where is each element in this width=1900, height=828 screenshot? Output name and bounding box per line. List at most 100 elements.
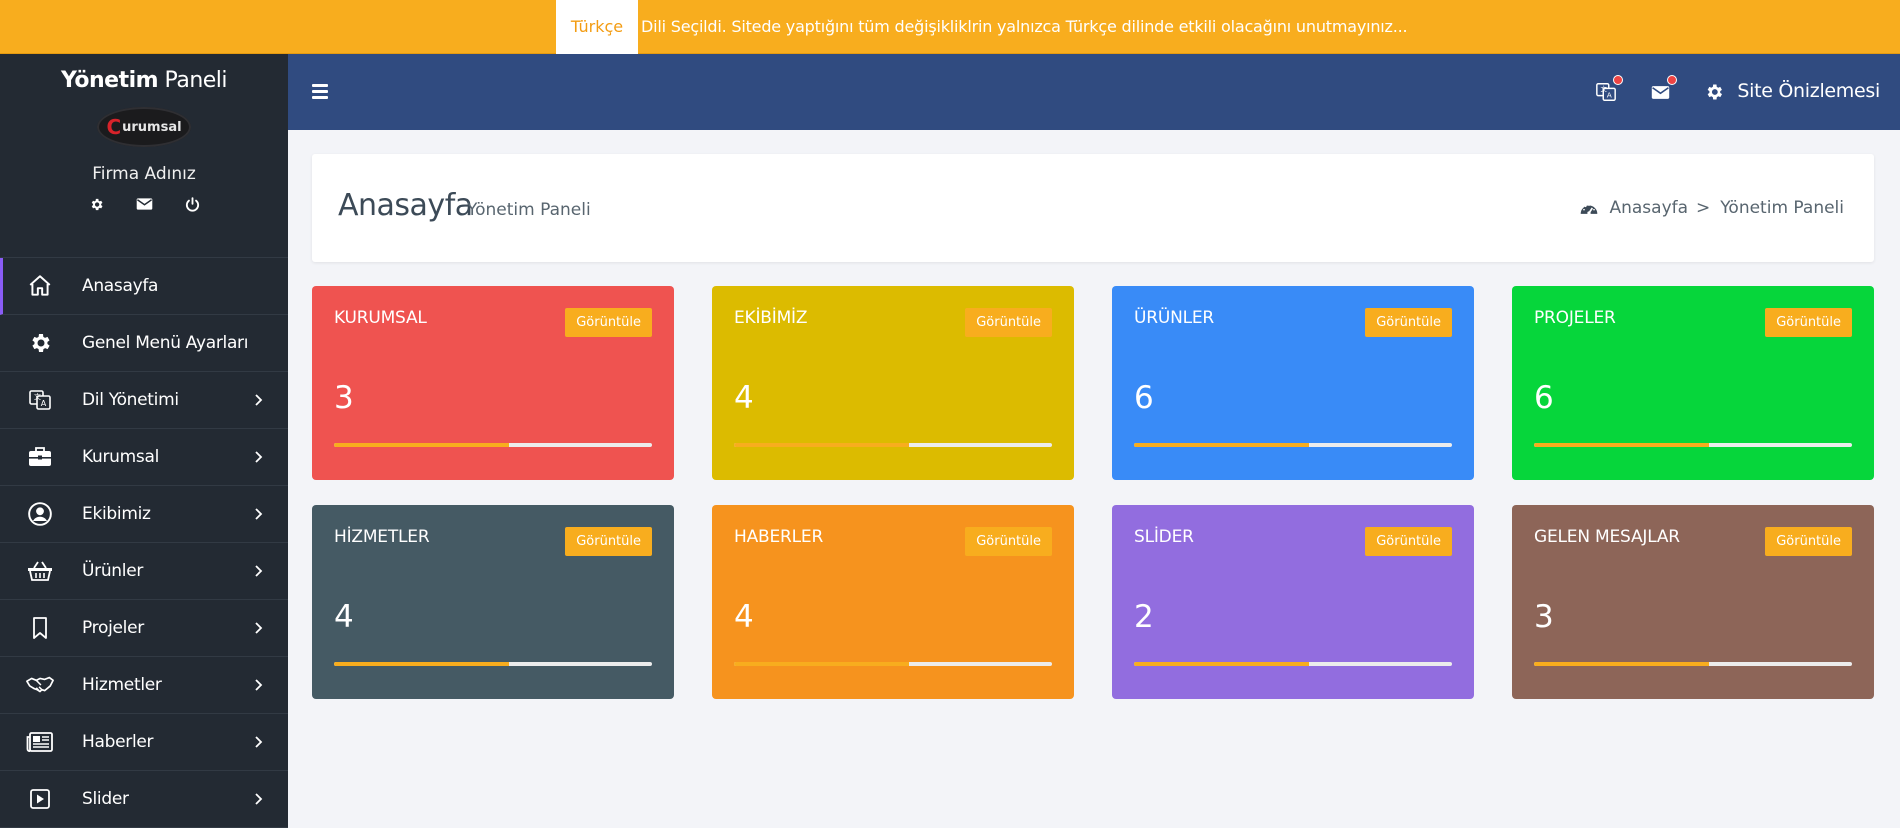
breadcrumb: Anasayfa > Yönetim Paneli [1579, 198, 1844, 218]
progress-bar [1134, 443, 1452, 447]
sidebar-item-hizmetler[interactable]: Hizmetler [0, 657, 288, 714]
view-button[interactable]: Görüntüle [565, 308, 652, 337]
sidebar-item-kurumsal[interactable]: Kurumsal [0, 429, 288, 486]
notification-dot [1667, 75, 1677, 85]
gear-icon[interactable] [86, 194, 106, 214]
view-button[interactable]: Görüntüle [1765, 308, 1852, 337]
sidebar-item-haberler[interactable]: Haberler [0, 714, 288, 771]
sidebar-menu: Anasayfa Genel Menü Ayarları A文 Dil Yöne… [0, 258, 288, 828]
play-square-icon [26, 785, 54, 813]
progress-bar [734, 443, 1052, 447]
sidebar-item-projeler[interactable]: Projeler [0, 600, 288, 657]
card-title: HABERLER [734, 527, 824, 547]
progress-fill [734, 443, 909, 447]
svg-text:文: 文 [34, 392, 41, 401]
progress-bar [734, 662, 1052, 666]
sidebar-item-ekibimiz[interactable]: Ekibimiz [0, 486, 288, 543]
gear-icon [26, 329, 54, 357]
sidebar-item-dil-yonetimi[interactable]: A文 Dil Yönetimi [0, 372, 288, 429]
sidebar-item-label: Slider [82, 789, 129, 809]
chevron-right-icon [252, 450, 266, 464]
chevron-right-icon [252, 792, 266, 806]
sidebar-item-genel-menu-ayarlari[interactable]: Genel Menü Ayarları [0, 315, 288, 372]
sidebar-item-urunler[interactable]: Ürünler [0, 543, 288, 600]
progress-fill [1134, 443, 1309, 447]
svg-text:文: 文 [1601, 84, 1608, 93]
progress-bar [1534, 662, 1852, 666]
language-notice-message: Dili Seçildi. Sitede yaptığını tüm değiş… [641, 17, 1408, 36]
mail-icon[interactable] [1648, 75, 1677, 104]
sidebar-item-label: Kurumsal [82, 447, 159, 467]
language-notice-bar: Türkçe Dili Seçildi. Sitede yaptığını tü… [0, 0, 1900, 54]
card-title: ÜRÜNLER [1134, 308, 1215, 328]
sidebar-item-label: Dil Yönetimi [82, 390, 179, 410]
chevron-right-icon [252, 564, 266, 578]
sidebar-item-anasayfa[interactable]: Anasayfa [0, 258, 288, 315]
mail-icon[interactable] [134, 194, 154, 214]
home-icon [26, 272, 54, 300]
site-preview-link[interactable]: Site Önizlemesi [1737, 80, 1880, 102]
card-count: 6 [1134, 380, 1154, 416]
stat-card-haberler: HABERLER Görüntüle 4 [712, 505, 1074, 699]
sidebar-item-label: Genel Menü Ayarları [82, 333, 249, 353]
card-count: 3 [1534, 599, 1554, 635]
view-button[interactable]: Görüntüle [1365, 308, 1452, 337]
sidebar-item-label: Haberler [82, 732, 154, 752]
panel-title: Yönetim Paneli [0, 54, 288, 93]
chevron-right-icon [252, 507, 266, 521]
stat-card-ekibimiz: EKİBİMİZ Görüntüle 4 [712, 286, 1074, 480]
newspaper-icon [26, 728, 54, 756]
progress-bar [1534, 443, 1852, 447]
gear-icon[interactable] [1702, 80, 1726, 104]
view-button[interactable]: Görüntüle [1765, 527, 1852, 556]
sidebar: Yönetim Paneli Curumsal Firma Adınız Ana… [0, 54, 288, 828]
company-logo[interactable]: Curumsal [97, 107, 191, 147]
bookmark-icon [26, 614, 54, 642]
progress-fill [1534, 662, 1709, 666]
svg-text:A: A [41, 399, 47, 408]
basket-icon [26, 557, 54, 585]
logo-mark: C [106, 115, 122, 139]
progress-bar [1134, 662, 1452, 666]
progress-fill [334, 662, 509, 666]
card-title: SLİDER [1134, 527, 1194, 547]
briefcase-icon [26, 443, 54, 471]
page-header-card: Anasayfa Yönetim Paneli Anasayfa > Yönet… [312, 154, 1874, 262]
breadcrumb-current: Yönetim Paneli [1720, 198, 1844, 218]
card-count: 4 [734, 599, 754, 635]
card-title: PROJELER [1534, 308, 1616, 328]
chevron-right-icon [252, 393, 266, 407]
svg-text:A: A [1607, 91, 1612, 100]
dashboard-icon [1579, 200, 1599, 216]
progress-fill [734, 662, 909, 666]
page-subtitle: Yönetim Paneli [467, 200, 591, 220]
view-button[interactable]: Görüntüle [965, 308, 1052, 337]
stat-card-slider: SLİDER Görüntüle 2 [1112, 505, 1474, 699]
sidebar-item-slider[interactable]: Slider [0, 771, 288, 828]
menu-toggle-icon[interactable] [312, 80, 334, 102]
view-button[interactable]: Görüntüle [965, 527, 1052, 556]
logo-text: urumsal [122, 119, 182, 135]
selected-language-badge[interactable]: Türkçe [556, 0, 638, 54]
progress-bar [334, 662, 652, 666]
handshake-icon [26, 671, 54, 699]
page-title: Anasayfa [338, 188, 473, 223]
sidebar-tools [0, 194, 288, 214]
translate-icon[interactable]: A文 [1594, 75, 1623, 104]
sidebar-brand: Yönetim Paneli Curumsal Firma Adınız [0, 54, 288, 258]
card-title: GELEN MESAJLAR [1534, 527, 1680, 547]
stat-card-gelen-mesajlar: GELEN MESAJLAR Görüntüle 3 [1512, 505, 1874, 699]
view-button[interactable]: Görüntüle [565, 527, 652, 556]
card-title: HİZMETLER [334, 527, 430, 547]
progress-fill [334, 443, 509, 447]
power-icon[interactable] [182, 194, 202, 214]
sidebar-item-label: Ekibimiz [82, 504, 151, 524]
card-count: 2 [1134, 599, 1154, 635]
stat-card-kurumsal: KURUMSAL Görüntüle 3 [312, 286, 674, 480]
stat-card-hizmetler: HİZMETLER Görüntüle 4 [312, 505, 674, 699]
progress-fill [1134, 662, 1309, 666]
view-button[interactable]: Görüntüle [1365, 527, 1452, 556]
breadcrumb-separator: > [1696, 198, 1711, 218]
chevron-right-icon [252, 735, 266, 749]
breadcrumb-home[interactable]: Anasayfa [1609, 198, 1688, 218]
